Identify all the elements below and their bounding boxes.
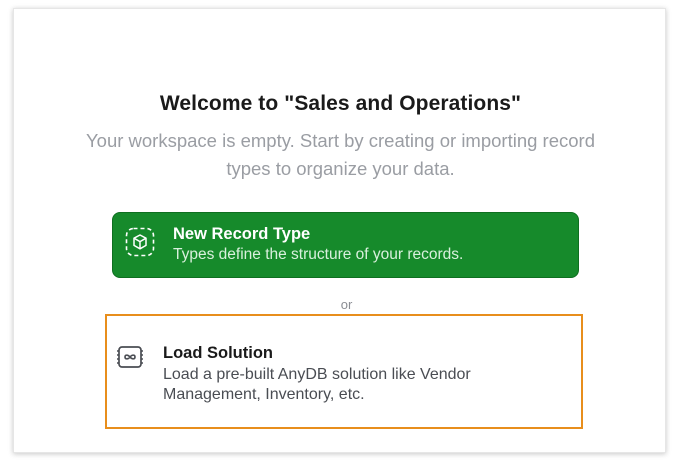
load-solution-label: Load Solution — [163, 344, 273, 362]
new-record-type-description: Types define the structure of your recor… — [173, 246, 464, 263]
empty-workspace-panel: Welcome to "Sales and Operations" Your w… — [13, 8, 666, 453]
or-separator: or — [340, 297, 353, 312]
new-record-type-button[interactable]: New Record Type Types define the structu… — [112, 212, 579, 278]
new-record-type-label: New Record Type — [173, 225, 311, 243]
load-solution-description: Load a pre-built AnyDB solution like Ven… — [163, 366, 471, 403]
welcome-subtitle: Your workspace is empty. Start by creati… — [86, 130, 595, 179]
page: Welcome to "Sales and Operations" Your w… — [0, 0, 680, 464]
load-solution-button[interactable]: Load Solution Load a pre-built AnyDB sol… — [105, 314, 583, 429]
solution-chip-icon — [116, 343, 144, 371]
welcome-title: Welcome to "Sales and Operations" — [159, 92, 522, 115]
dashed-cube-icon — [125, 227, 155, 257]
